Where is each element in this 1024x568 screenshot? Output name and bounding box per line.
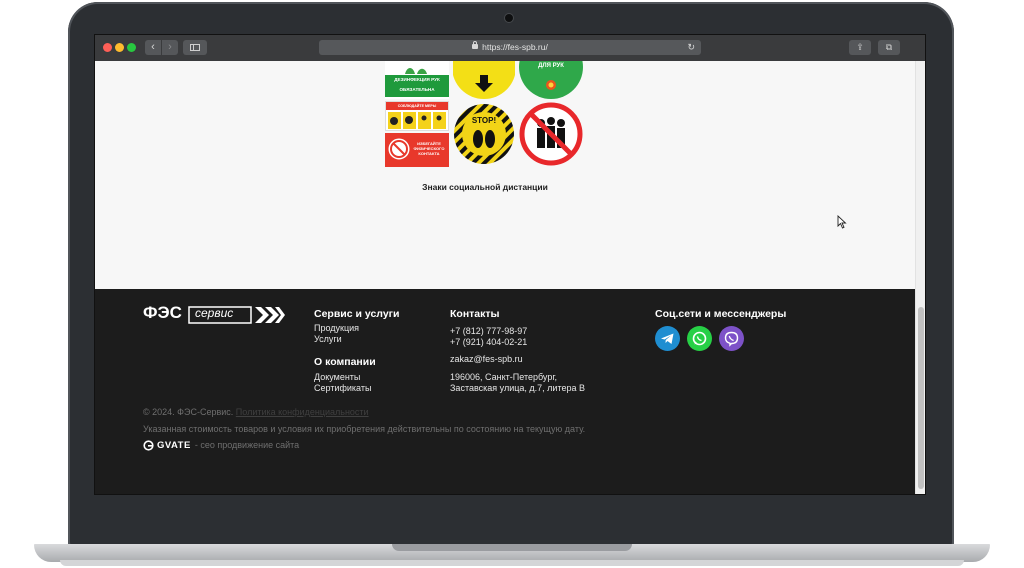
- footer-address-line-2: Заставская улица, д.7, литера В: [450, 383, 585, 393]
- fes-service-logo[interactable]: ФЭС сервис: [143, 303, 285, 325]
- footer-link-documents[interactable]: Документы: [314, 372, 360, 383]
- laptop-base-shadow: [60, 560, 964, 566]
- share-button[interactable]: ⇪: [849, 40, 871, 55]
- footer-company-title: О компании: [314, 356, 376, 368]
- social-distance-signs-image[interactable]: ДЕЗИНФЕКЦИЯ РУК ОБЯЗАТЕЛЬНА ДЛЯ РУК СОБЛ…: [385, 61, 585, 167]
- gvate-logo-icon: [143, 439, 154, 451]
- viber-button[interactable]: [719, 326, 744, 351]
- lock-icon: [472, 41, 479, 50]
- sign3-label: СОБЛЮДАЙТЕ МЕРЫ ПРЕДОСТОРОЖНОСТИ: [386, 102, 448, 116]
- site-footer: ФЭС сервис Сервис и услуги Продукция Усл…: [95, 289, 915, 494]
- sign-no-crowds: [519, 101, 583, 167]
- scrollbar-thumb[interactable]: [918, 307, 924, 489]
- price-disclaimer: Указанная стоимость товаров и условия их…: [143, 424, 586, 434]
- telegram-icon: [661, 333, 674, 344]
- footer-phone-1[interactable]: +7 (812) 777-98-97: [450, 326, 527, 337]
- close-window-button[interactable]: [103, 43, 112, 52]
- web-page: ДЕЗИНФЕКЦИЯ РУК ОБЯЗАТЕЛЬНА ДЛЯ РУК СОБЛ…: [95, 61, 915, 494]
- sign5-label: STOP!: [471, 116, 497, 125]
- gvate-brand: GVATE: [157, 439, 191, 451]
- logo-text-service: сервис: [195, 306, 234, 320]
- sign-stop-floor: STOP!: [453, 101, 515, 167]
- sign-hand-disinfection: ДЕЗИНФЕКЦИЯ РУК ОБЯЗАТЕЛЬНА: [385, 61, 449, 99]
- precautions-pictograms-icon: [388, 112, 446, 129]
- sign1-label: ДЕЗИНФЕКЦИЯ РУК ОБЯЗАТЕЛЬНА: [385, 75, 449, 97]
- back-button[interactable]: ‹: [145, 40, 161, 55]
- address-bar[interactable]: https://fes-spb.ru/ ↻: [319, 40, 701, 55]
- sign-yellow-arrow: [453, 61, 515, 99]
- no-handshake-icon: [388, 138, 410, 160]
- forward-button[interactable]: ›: [162, 40, 178, 55]
- sign-avoid-contact: ИЗБЕГАЙТЕ ФИЗИЧЕСКОГО КОНТАКТА: [385, 133, 449, 167]
- browser-toolbar: ‹ › https://fes-spb.ru/ ↻ ⇪ ⧉: [95, 35, 925, 62]
- reload-icon[interactable]: ↻: [687, 40, 695, 55]
- webcam: [505, 14, 513, 22]
- mouse-cursor-icon: [837, 215, 847, 229]
- minimize-window-button[interactable]: [115, 43, 124, 52]
- footer-address-line-1: 196006, Санкт-Петербург,: [450, 372, 558, 382]
- page-scrollbar[interactable]: [915, 61, 925, 494]
- gvate-credit[interactable]: GVATE - сео продвижение сайта: [143, 438, 299, 452]
- viber-icon: [724, 331, 739, 347]
- footer-phone-2[interactable]: +7 (921) 404-02-21: [450, 337, 527, 348]
- tab-overview-button[interactable]: ⧉: [878, 40, 900, 55]
- whatsapp-button[interactable]: [687, 326, 712, 351]
- copyright-text: © 2024. ФЭС-Сервис.: [143, 407, 234, 417]
- footer-services-title: Сервис и услуги: [314, 308, 400, 320]
- laptop-base-notch: [392, 544, 632, 551]
- footer-link-certificates[interactable]: Сертификаты: [314, 383, 371, 394]
- footer-link-services[interactable]: Услуги: [314, 334, 342, 345]
- image-caption: Знаки социальной дистанции: [422, 182, 548, 192]
- sidebar-icon: [190, 44, 200, 51]
- gvate-text: - сео продвижение сайта: [194, 440, 300, 450]
- privacy-policy-link[interactable]: Политика конфиденциальности: [236, 407, 369, 417]
- url-text: https://fes-spb.ru/: [482, 42, 548, 52]
- browser-window: ‹ › https://fes-spb.ru/ ↻ ⇪ ⧉ ДЕЗИНФЕКЦИ…: [94, 34, 926, 495]
- sign-precautions: СОБЛЮДАЙТЕ МЕРЫ ПРЕДОСТОРОЖНОСТИ: [385, 101, 449, 131]
- footer-email[interactable]: zakaz@fes-spb.ru: [450, 354, 523, 365]
- hand-icon: [387, 63, 447, 75]
- sign-green-hands: ДЛЯ РУК: [519, 61, 583, 99]
- sign4-label: ИЗБЕГАЙТЕ ФИЗИЧЕСКОГО КОНТАКТА: [413, 141, 445, 156]
- copyright-line: © 2024. ФЭС-Сервис. Политика конфиденциа…: [143, 407, 369, 417]
- footer-link-products[interactable]: Продукция: [314, 323, 359, 334]
- telegram-button[interactable]: [655, 326, 680, 351]
- logo-text-fes: ФЭС: [143, 303, 182, 322]
- footer-social-title: Соц.сети и мессенджеры: [655, 308, 787, 320]
- footer-contacts-title: Контакты: [450, 308, 500, 320]
- fullscreen-window-button[interactable]: [127, 43, 136, 52]
- sign2-label: ДЛЯ РУК: [538, 63, 564, 69]
- sidebar-toggle-button[interactable]: [183, 40, 207, 55]
- whatsapp-icon: [692, 331, 707, 346]
